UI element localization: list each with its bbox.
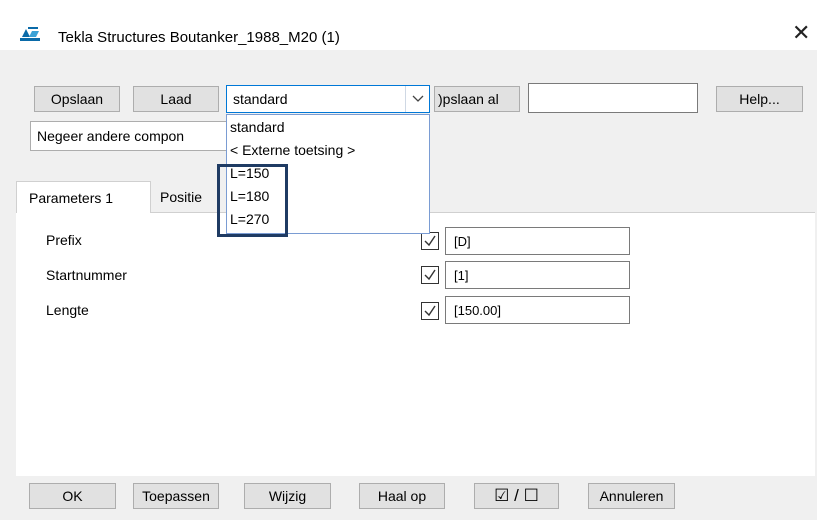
window-title: Tekla Structures Boutanker_1988_M20 (1)	[58, 29, 340, 46]
save-as-name-input[interactable]	[528, 83, 698, 113]
modify-button[interactable]: Wijzig	[244, 483, 331, 509]
param-checkbox-prefix[interactable]	[421, 232, 439, 250]
param-checkbox-lengte[interactable]	[421, 302, 439, 320]
param-input-prefix[interactable]: [D]	[445, 227, 630, 255]
param-input-startnummer[interactable]: [1]	[445, 261, 630, 289]
checkmark-icon	[424, 235, 436, 247]
title-bar: Tekla Structures Boutanker_1988_M20 (1) …	[0, 0, 817, 50]
tab-positie[interactable]: Positie	[148, 181, 228, 213]
get-button[interactable]: Haal op	[359, 483, 445, 509]
chevron-down-icon[interactable]	[405, 86, 429, 112]
tab-parameters-1[interactable]: Parameters 1	[16, 181, 151, 213]
param-label-lengte: Lengte	[46, 302, 89, 318]
ok-button[interactable]: OK	[29, 483, 116, 509]
help-button[interactable]: Help...	[716, 86, 803, 112]
toggle-all-checkboxes-button[interactable]: ☑ / ☐	[474, 483, 559, 509]
param-label-prefix: Prefix	[46, 232, 82, 248]
save-button[interactable]: Opslaan	[34, 86, 120, 112]
close-icon[interactable]: ✕	[792, 22, 810, 44]
param-input-lengte[interactable]: [150.00]	[445, 296, 630, 324]
component-option-select[interactable]: Negeer andere compon	[30, 121, 230, 151]
tekla-structures-icon	[20, 26, 40, 42]
checkmark-icon	[424, 269, 436, 281]
apply-button[interactable]: Toepassen	[133, 483, 219, 509]
cancel-button[interactable]: Annuleren	[588, 483, 675, 509]
settings-dropdown[interactable]: standard	[226, 85, 430, 113]
dropdown-option-standard[interactable]: standard	[230, 119, 284, 135]
settings-dropdown-value: standard	[233, 91, 288, 107]
checkmark-icon	[424, 305, 436, 317]
dropdown-option-externe-toetsing[interactable]: < Externe toetsing >	[230, 142, 355, 158]
param-label-startnummer: Startnummer	[46, 267, 127, 283]
save-as-button[interactable]: )pslaan al	[434, 86, 520, 112]
param-checkbox-startnummer[interactable]	[421, 266, 439, 284]
parameters-panel	[16, 212, 815, 476]
load-button[interactable]: Laad	[133, 86, 219, 112]
highlight-annotation-box	[217, 164, 288, 237]
